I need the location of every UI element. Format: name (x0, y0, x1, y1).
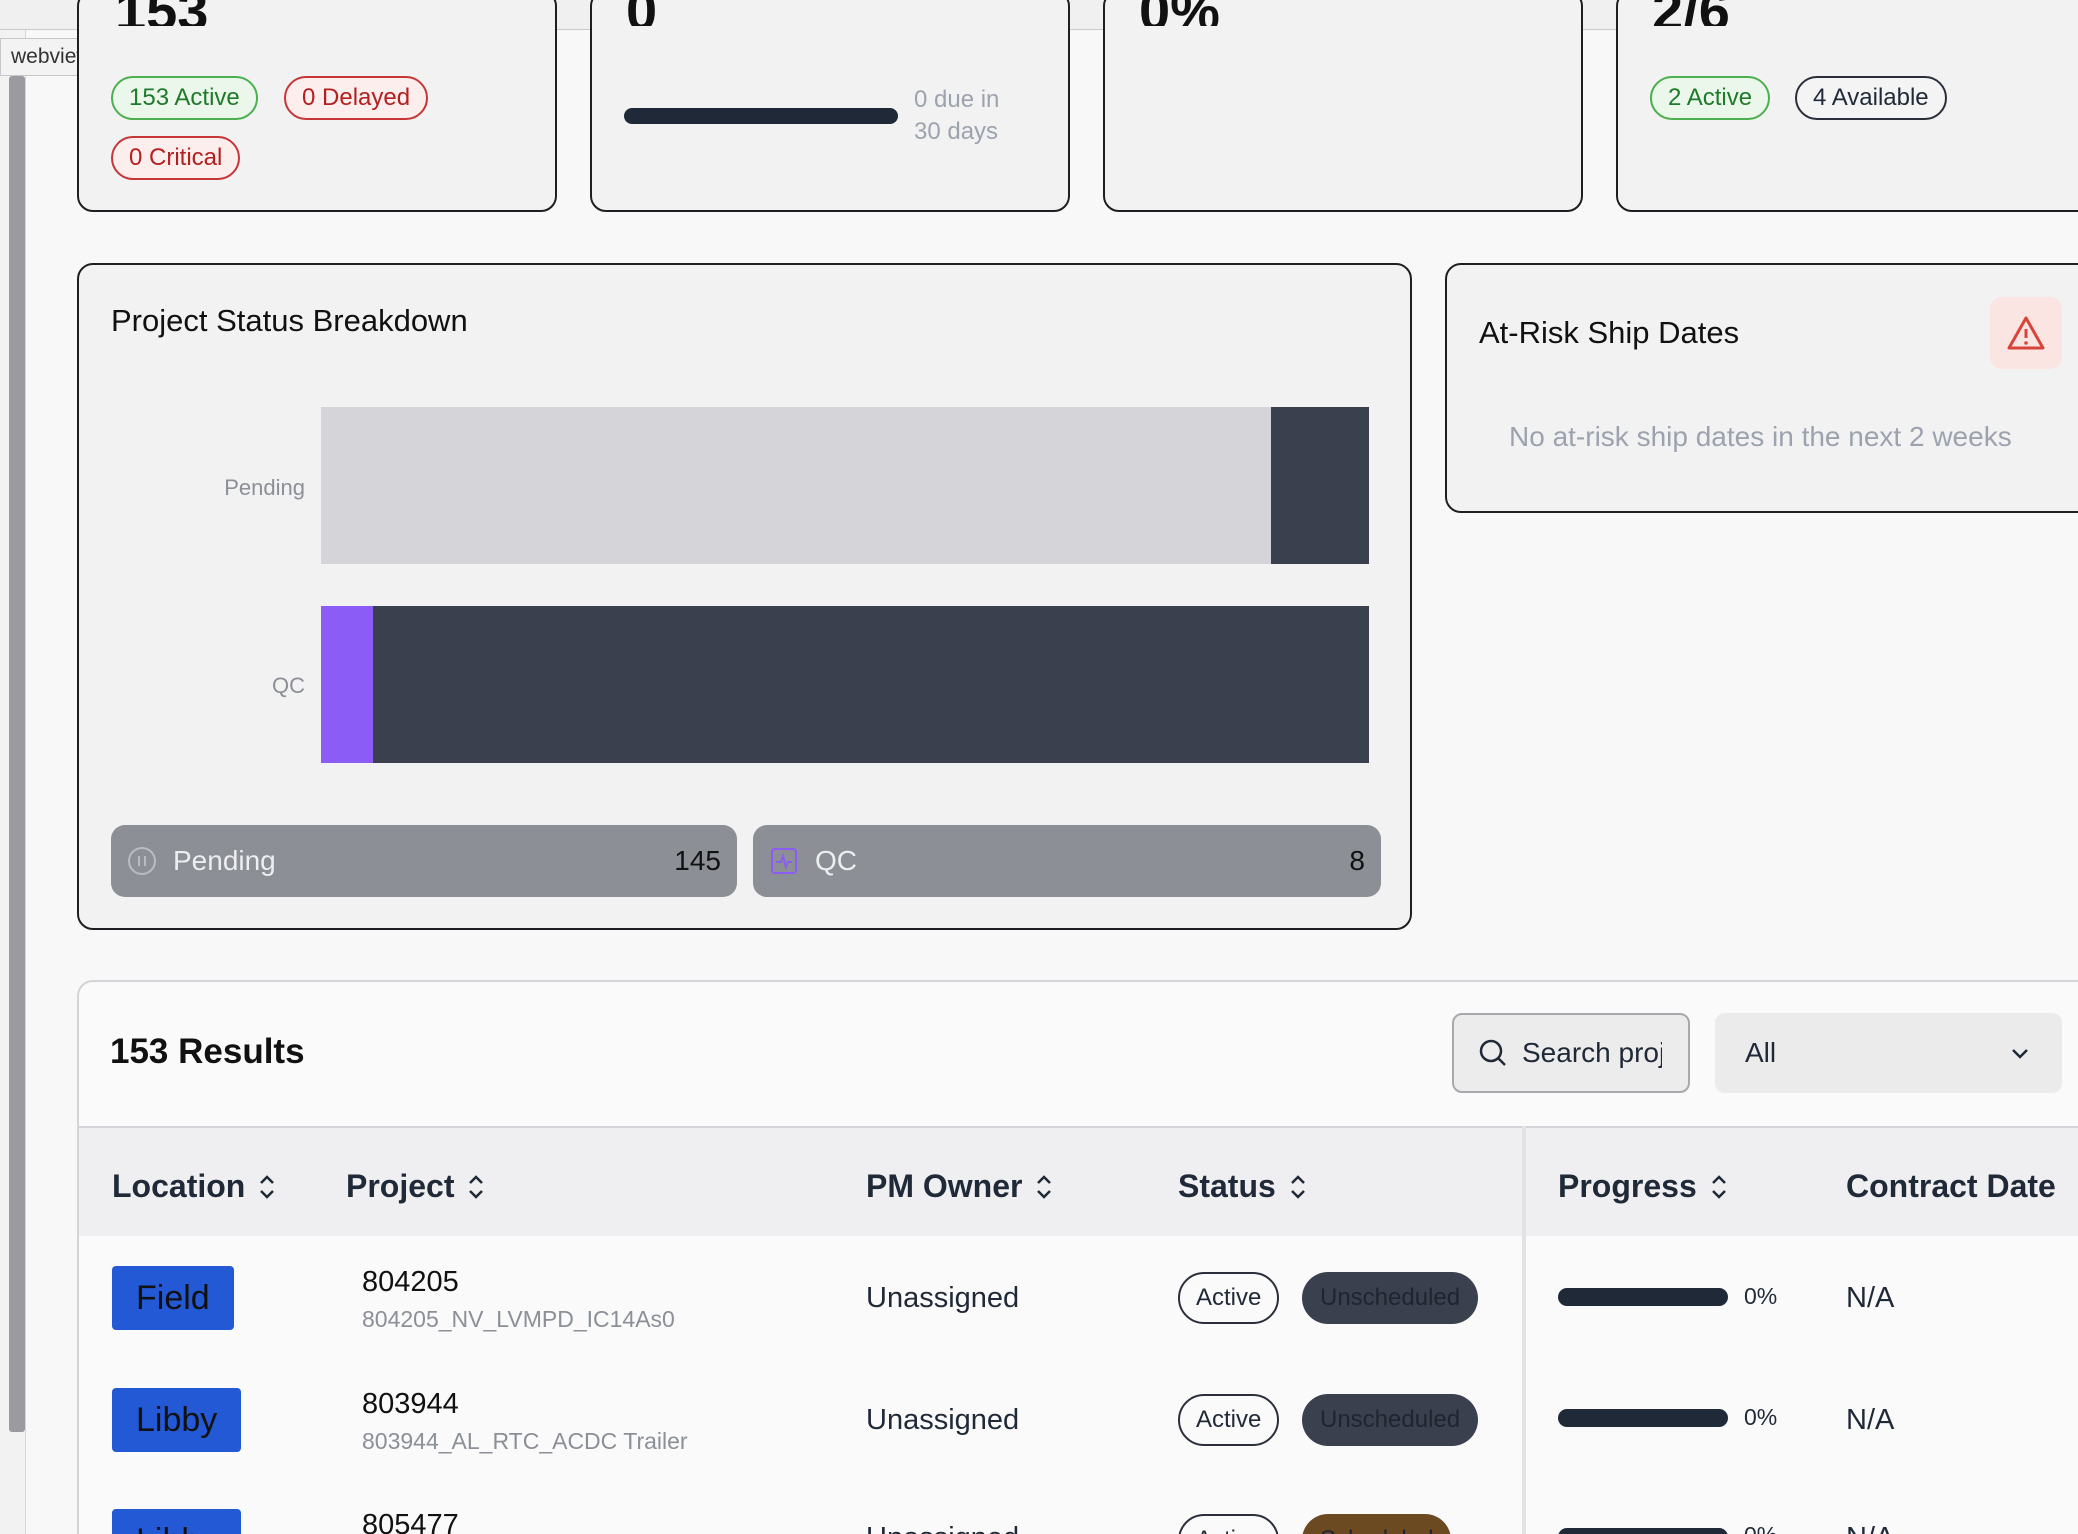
active-crews-badge: 2 Active (1650, 76, 1771, 120)
kpi-value: 0 (626, 0, 657, 26)
sort-icon (257, 1172, 277, 1202)
kpi-card-crews: 2/6 2 Active 4 Available (1616, 0, 2078, 212)
column-label: Progress (1558, 1168, 1697, 1204)
column-label: Project (346, 1168, 455, 1204)
schedule-badge: Scheduled (1302, 1514, 1452, 1534)
progress-percent: 0% (1744, 1283, 1778, 1309)
kpi-card-projects: 153 153 Active 0 Delayed 0 Critical (77, 0, 557, 212)
progress-bar (1558, 1409, 1728, 1427)
at-risk-card: At-Risk Ship Dates No at-risk ship dates… (1445, 263, 2078, 513)
project-name: 804205_NV_LVMPD_IC14As0 (362, 1306, 675, 1332)
kpi-card-percent: 0% (1103, 0, 1583, 212)
sort-icon (1288, 1172, 1308, 1202)
schedule-badge: Unscheduled (1302, 1394, 1479, 1446)
activity-square-icon (769, 846, 799, 876)
results-title: 153 Results (110, 1032, 305, 1071)
available-crews-badge: 4 Available (1795, 76, 1947, 120)
status-badge: Active (1178, 1272, 1280, 1324)
project-name: 803944_AL_RTC_ACDC Trailer (362, 1428, 688, 1454)
pause-circle-icon (127, 846, 157, 876)
column-label: PM Owner (866, 1168, 1023, 1204)
column-label: Location (112, 1168, 246, 1204)
vertical-scrollbar-thumb[interactable] (9, 76, 25, 1432)
location-badge[interactable]: Libby (112, 1509, 242, 1534)
contract-date: N/A (1846, 1522, 1894, 1534)
critical-badge: 0 Critical (111, 136, 241, 180)
qc-chip-count: 8 (1349, 845, 1365, 876)
bar-label-qc: QC (272, 673, 305, 698)
kpi-value: 153 (115, 0, 208, 26)
pm-owner: Unassigned (866, 1522, 1019, 1534)
pm-owner: Unassigned (866, 1282, 1020, 1314)
location-badge[interactable]: Libby (112, 1388, 242, 1452)
pm-owner: Unassigned (866, 1404, 1020, 1436)
contract-date: N/A (1846, 1282, 1895, 1314)
due-progress-bar (624, 108, 898, 124)
bar-pending[interactable] (321, 407, 1271, 564)
bar-qc[interactable] (321, 606, 374, 763)
pending-chip-count: 145 (674, 845, 721, 876)
alert-triangle-icon (1990, 297, 2062, 369)
column-header-location[interactable]: Location (112, 1168, 277, 1205)
at-risk-title: At-Risk Ship Dates (1479, 315, 1740, 350)
pending-summary-chip[interactable]: Pending 145 (111, 825, 737, 897)
filter-select[interactable]: All (1715, 1013, 2062, 1093)
bar-track-pending (321, 407, 1369, 564)
qc-summary-chip[interactable]: QC 8 (753, 825, 1381, 897)
kpi-value: 2/6 (1652, 0, 1730, 26)
due-text-line1: 0 due in (914, 86, 1000, 113)
search-input[interactable] (1522, 1037, 1662, 1069)
sort-icon (1709, 1172, 1729, 1202)
progress-bar (1558, 1528, 1728, 1534)
bar-track-qc (321, 606, 1369, 763)
chevron-down-icon (2008, 1041, 2032, 1065)
active-badge: 153 Active (111, 76, 258, 120)
status-badge: Active (1178, 1514, 1280, 1534)
sort-icon (466, 1172, 486, 1202)
location-badge[interactable]: Field (112, 1266, 234, 1330)
frozen-column-divider (1522, 1126, 1526, 1534)
column-header-progress[interactable]: Progress (1558, 1168, 1729, 1205)
bar-label-pending: Pending (224, 475, 305, 500)
sort-icon (1034, 1172, 1054, 1202)
column-header-status[interactable]: Status (1178, 1168, 1308, 1205)
progress-percent: 0% (1744, 1522, 1777, 1534)
project-id[interactable]: 804205 (362, 1266, 459, 1299)
column-label: Status (1178, 1168, 1276, 1204)
status-badge: Active (1178, 1394, 1280, 1446)
status-breakdown-title: Project Status Breakdown (111, 303, 468, 338)
kpi-value: 0% (1139, 0, 1220, 26)
qc-chip-label: QC (815, 845, 857, 876)
schedule-badge: Unscheduled (1302, 1272, 1479, 1324)
search-icon (1478, 1038, 1508, 1068)
progress-bar (1558, 1288, 1728, 1306)
pending-chip-label: Pending (173, 845, 276, 876)
search-box[interactable] (1452, 1013, 1690, 1093)
contract-date: N/A (1846, 1404, 1895, 1436)
column-header-pm-owner[interactable]: PM Owner (866, 1168, 1054, 1205)
column-header-project[interactable]: Project (346, 1168, 486, 1205)
kpi-card-due: 0 0 due in 30 days (590, 0, 1070, 212)
project-id[interactable]: 805477 (362, 1509, 459, 1534)
vertical-scrollbar-track[interactable] (0, 30, 26, 1534)
due-text-line2: 30 days (914, 118, 999, 145)
progress-percent: 0% (1744, 1404, 1778, 1430)
delayed-badge: 0 Delayed (284, 76, 429, 120)
column-label: Contract Date (1846, 1168, 2056, 1204)
at-risk-empty-message: No at-risk ship dates in the next 2 week… (1509, 421, 2012, 452)
column-header-contract-date[interactable]: Contract Date (1846, 1168, 2056, 1205)
filter-select-value: All (1745, 1037, 1777, 1068)
project-id[interactable]: 803944 (362, 1388, 459, 1421)
status-breakdown-card: Project Status Breakdown Pending QC Pend… (77, 263, 1412, 930)
